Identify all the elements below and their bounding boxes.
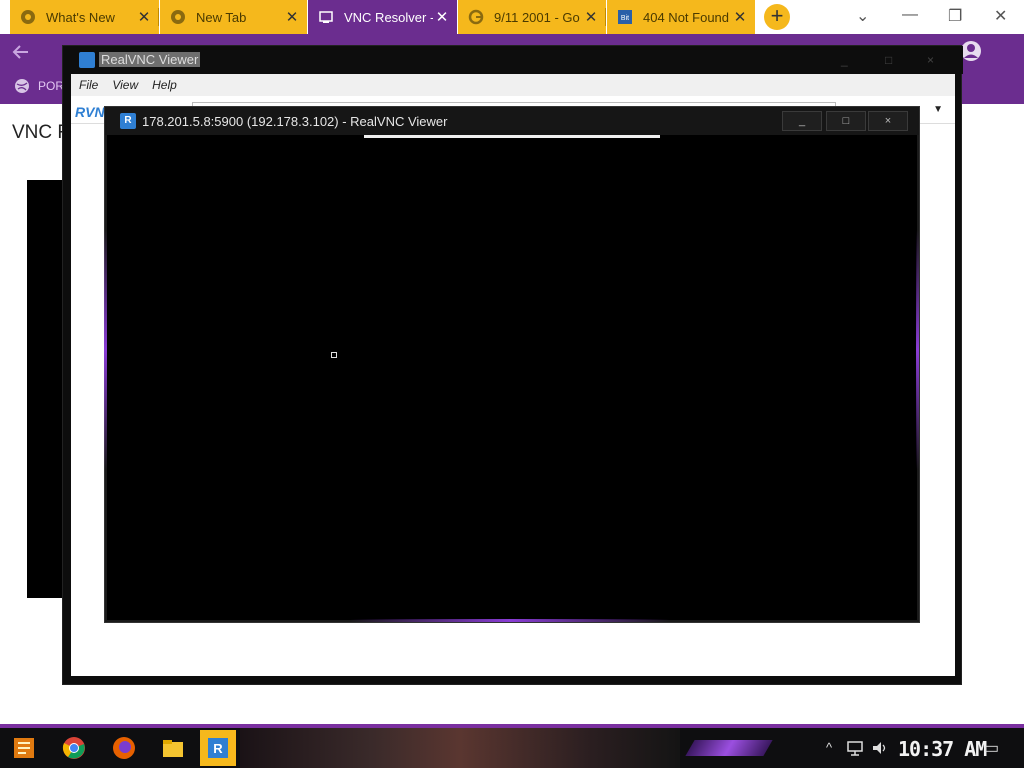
chrome-icon <box>170 9 186 25</box>
tab-title: VNC Resolver - <box>344 9 433 25</box>
close-window-icon[interactable]: ✕ <box>994 6 1007 26</box>
tab-title: What's New <box>46 9 115 25</box>
svg-text:Bit: Bit <box>621 15 629 22</box>
notification-center-icon[interactable]: ▭ <box>984 738 999 758</box>
close-icon[interactable]: ✕ <box>433 8 451 26</box>
taskbar-wallpaper-art <box>240 728 680 768</box>
maximize-icon[interactable]: □ <box>885 53 892 67</box>
page-black-panel <box>27 180 65 598</box>
session-window-title: 178.201.5.8:5900 (192.178.3.102) - RealV… <box>142 114 448 129</box>
window-glow-left <box>104 230 107 470</box>
dropdown-arrow-icon[interactable]: ▼ <box>933 104 943 115</box>
globe-icon <box>15 79 29 93</box>
close-icon[interactable]: ✕ <box>731 8 749 26</box>
vnc-session-window: R 178.201.5.8:5900 (192.178.3.102) - Rea… <box>104 106 920 623</box>
window-glow-right <box>916 230 919 470</box>
tab-title: New Tab <box>196 9 247 25</box>
realvnc-logo-icon: R <box>120 113 136 129</box>
chrome-icon[interactable] <box>58 732 90 764</box>
tab-title: 9/11 2001 - Go <box>494 9 580 25</box>
bookmark-label[interactable]: POR <box>38 79 64 93</box>
realvnc-taskbar-icon[interactable]: R <box>200 730 236 766</box>
tab-search-icon[interactable]: ⌄ <box>856 6 869 26</box>
file-explorer-icon[interactable] <box>157 732 189 764</box>
tab-new-tab[interactable]: New Tab ✕ <box>160 0 307 34</box>
close-icon[interactable]: × <box>927 53 934 67</box>
taskbar-clock[interactable]: 10:37 AM <box>898 737 987 761</box>
profile-avatar-icon[interactable] <box>960 40 982 62</box>
tab-separator <box>158 8 159 26</box>
menu-bar: File View Help <box>71 74 955 96</box>
tray-chevron-icon[interactable]: ^ <box>826 740 832 755</box>
remote-cursor-icon <box>331 352 337 358</box>
network-icon[interactable] <box>846 740 864 756</box>
close-icon[interactable]: ✕ <box>135 8 153 26</box>
maximize-button[interactable]: □ <box>826 111 866 131</box>
session-title-bar[interactable]: R 178.201.5.8:5900 (192.178.3.102) - Rea… <box>105 107 919 135</box>
vnc-resolver-icon <box>318 9 334 25</box>
tab-vnc-resolver[interactable]: VNC Resolver - ✕ <box>308 0 457 34</box>
menu-view[interactable]: View <box>112 78 138 92</box>
close-icon[interactable]: ✕ <box>582 8 600 26</box>
menu-file[interactable]: File <box>79 78 98 92</box>
taskbar: R ^ 10:37 AM ▭ <box>0 728 1024 768</box>
start-icon[interactable] <box>8 732 40 764</box>
realvnc-logo-icon <box>79 52 95 68</box>
back-arrow-icon[interactable] <box>12 44 30 60</box>
minimize-icon[interactable]: — <box>902 6 918 24</box>
window-glow-bottom <box>350 619 670 622</box>
browser-tab-strip: What's New ✕ New Tab ✕ VNC Resolver - ✕ … <box>0 0 1024 34</box>
tab-title: 404 Not Found <box>643 9 730 25</box>
firefox-icon[interactable] <box>108 732 140 764</box>
google-icon <box>468 9 484 25</box>
menu-help[interactable]: Help <box>152 78 177 92</box>
new-tab-button[interactable]: + <box>764 4 790 30</box>
minimize-button[interactable]: _ <box>782 111 822 131</box>
restore-icon[interactable]: ❐ <box>948 6 962 26</box>
taskbar-decoration <box>685 740 773 756</box>
bitview-icon: Bit <box>617 9 633 25</box>
tab-separator <box>605 8 606 26</box>
chrome-icon <box>20 9 36 25</box>
outer-title-bar: RealVNC Viewer _ □ × <box>63 46 963 74</box>
tab-whats-new[interactable]: What's New ✕ <box>10 0 159 34</box>
connection-progress-bar <box>364 135 660 138</box>
close-button[interactable]: × <box>868 111 908 131</box>
close-icon[interactable]: ✕ <box>283 8 301 26</box>
tab-404-not-found[interactable]: Bit 404 Not Found ✕ <box>607 0 755 34</box>
remote-desktop-screen[interactable] <box>111 139 913 617</box>
outer-window-title: RealVNC Viewer <box>99 52 201 67</box>
svg-text:R: R <box>213 741 223 756</box>
tab-google-search[interactable]: 9/11 2001 - Go ✕ <box>458 0 606 34</box>
minimize-icon[interactable]: _ <box>841 53 848 67</box>
volume-icon[interactable] <box>871 740 889 756</box>
